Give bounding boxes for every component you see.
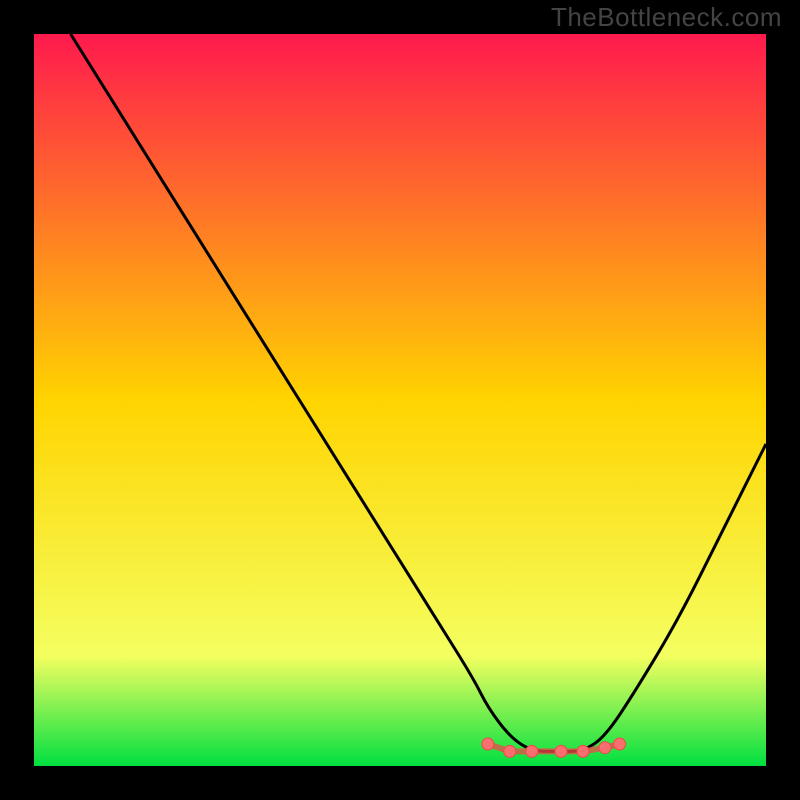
marker-dot — [614, 738, 626, 750]
watermark-text: TheBottleneck.com — [551, 2, 782, 33]
marker-dot — [504, 745, 516, 757]
marker-dot — [577, 745, 589, 757]
bottleneck-chart — [0, 0, 800, 800]
chart-container: TheBottleneck.com — [0, 0, 800, 800]
marker-dot — [526, 745, 538, 757]
marker-dot — [599, 742, 611, 754]
marker-dot — [555, 745, 567, 757]
marker-dot — [482, 738, 494, 750]
